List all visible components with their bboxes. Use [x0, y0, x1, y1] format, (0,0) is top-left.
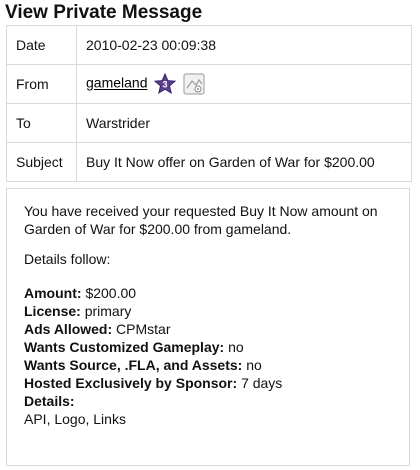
detail-ads-allowed: Ads Allowed: CPMstar — [24, 320, 409, 338]
detail-label: Wants Source, .FLA, and Assets: — [24, 357, 243, 373]
detail-value: no — [228, 339, 244, 355]
to-value: Warstrider — [76, 103, 412, 143]
detail-license: License: primary — [24, 302, 409, 320]
detail-value: CPMstar — [116, 321, 171, 337]
details-text: API, Logo, Links — [24, 411, 126, 427]
detail-value: 7 days — [241, 375, 283, 391]
profile-badge-icon[interactable] — [183, 73, 205, 95]
details-follow-text: Details follow: — [24, 251, 111, 267]
detail-value: no — [246, 357, 262, 373]
detail-value: $200.00 — [85, 285, 137, 301]
detail-label: Ads Allowed: — [24, 321, 113, 337]
page-title: View Private Message — [5, 2, 203, 23]
detail-label: License: — [24, 303, 81, 319]
message-intro: You have received your requested Buy It … — [24, 203, 378, 237]
detail-hosted-exclusively: Hosted Exclusively by Sponsor: 7 days — [24, 374, 409, 392]
detail-source-assets: Wants Source, .FLA, and Assets: no — [24, 356, 409, 374]
detail-label: Details: — [24, 393, 75, 409]
level-number: 3 — [163, 80, 168, 90]
to-row: To Warstrider — [6, 103, 412, 143]
date-row: Date 2010-02-23 00:09:38 — [6, 25, 412, 65]
detail-details: Details: — [24, 392, 409, 410]
from-row: From gameland 3 — [6, 64, 412, 104]
detail-label: Hosted Exclusively by Sponsor: — [24, 375, 238, 391]
from-label: From — [6, 64, 77, 104]
sender-username-link[interactable]: gameland — [86, 75, 148, 91]
message-meta-table: Date 2010-02-23 00:09:38 From gameland 3… — [6, 25, 412, 182]
detail-label: Amount: — [24, 285, 82, 301]
from-value: gameland 3 — [76, 64, 412, 104]
message-body: You have received your requested Buy It … — [6, 188, 410, 466]
subject-label: Subject — [6, 142, 77, 182]
subject-value: Buy It Now offer on Garden of War for $2… — [76, 142, 412, 182]
subject-row: Subject Buy It Now offer on Garden of Wa… — [6, 142, 412, 182]
level-star-icon[interactable]: 3 — [154, 73, 177, 95]
detail-customized-gameplay: Wants Customized Gameplay: no — [24, 338, 409, 356]
to-label: To — [6, 103, 77, 143]
details-list: Amount: $200.00 License: primary Ads All… — [24, 284, 409, 428]
date-value: 2010-02-23 00:09:38 — [76, 25, 412, 65]
detail-value: primary — [84, 303, 132, 319]
detail-amount: Amount: $200.00 — [24, 284, 409, 302]
detail-label: Wants Customized Gameplay: — [24, 339, 225, 355]
date-label: Date — [6, 25, 77, 65]
